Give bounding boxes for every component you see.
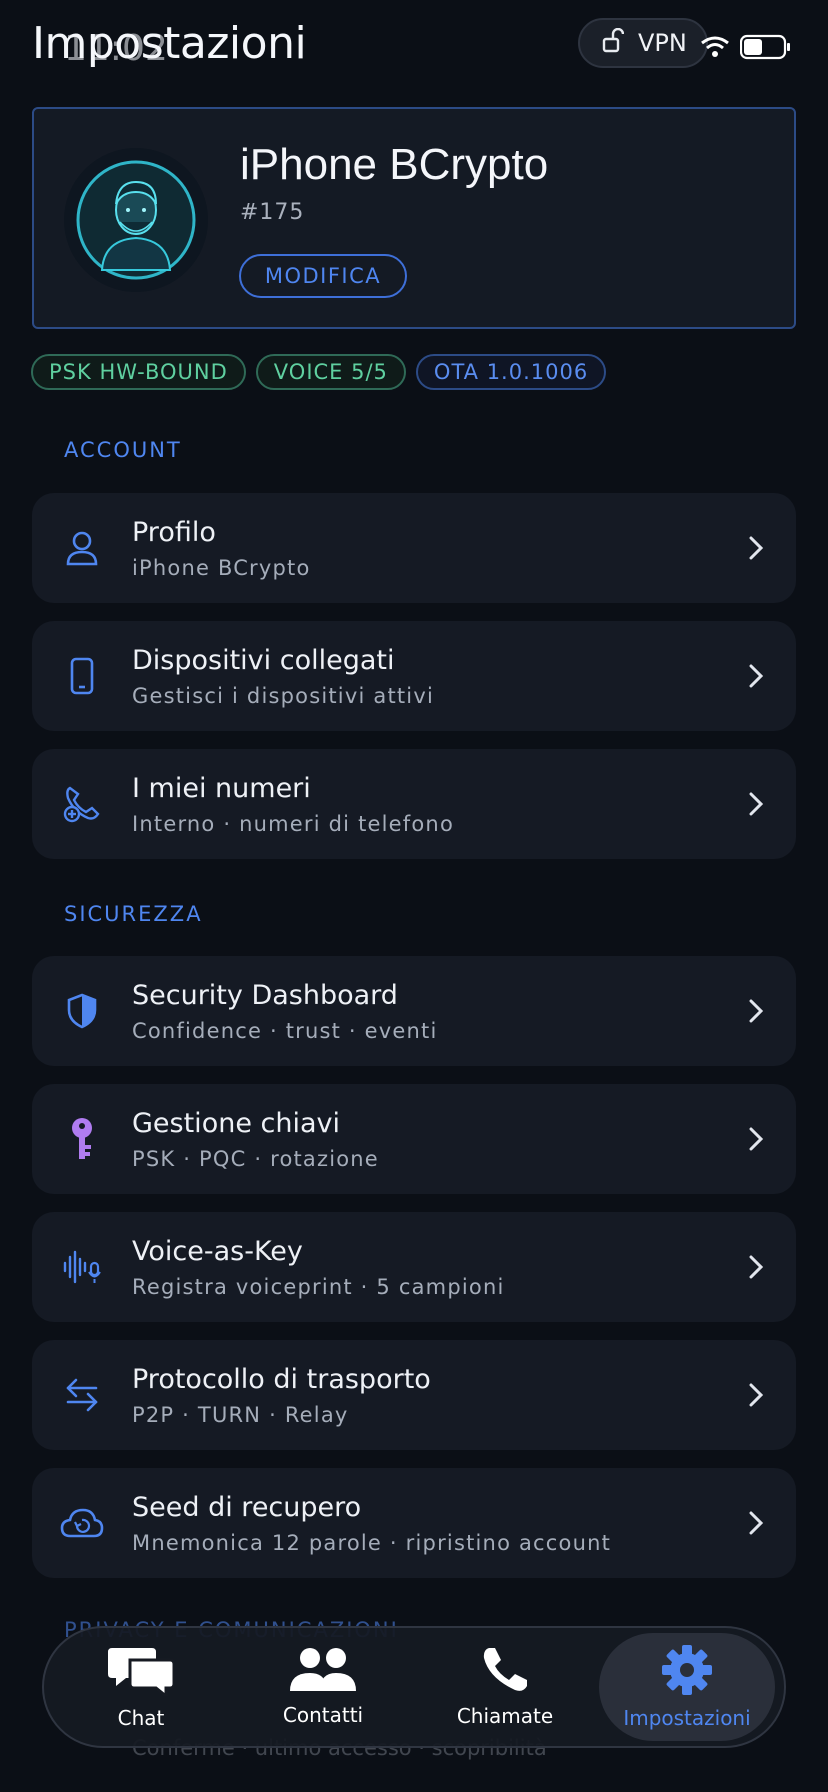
profile-number: #175 [240, 200, 305, 225]
nav-item-calls[interactable]: Chiamate [417, 1633, 593, 1741]
status-badges: PSK HW-BOUND VOICE 5/5 OTA 1.0.1006 [31, 354, 607, 390]
settings-row-devices[interactable]: Dispositivi collegati Gestisci i disposi… [32, 621, 796, 731]
voice-waveform-icon [32, 1249, 132, 1285]
status-badge: PSK HW-BOUND [31, 354, 246, 390]
chevron-right-icon [716, 998, 796, 1024]
vpn-label: VPN [638, 29, 687, 57]
avatar[interactable] [64, 148, 208, 292]
row-subtitle: Gestisci i dispositivi attivi [132, 683, 435, 708]
edit-profile-button[interactable]: MODIFICA [239, 254, 407, 298]
row-title: Dispositivi collegati [132, 644, 395, 676]
chevron-right-icon [716, 1126, 796, 1152]
row-title: Protocollo di trasporto [132, 1363, 431, 1395]
settings-row-transport[interactable]: Protocollo di trasporto P2P · TURN · Rel… [32, 1340, 796, 1450]
row-subtitle: P2P · TURN · Relay [132, 1402, 349, 1427]
nav-item-settings[interactable]: Impostazioni [599, 1633, 775, 1741]
row-subtitle: Confidence · trust · eventi [132, 1018, 438, 1043]
shield-icon [32, 993, 132, 1029]
chevron-right-icon [716, 1254, 796, 1280]
wifi-icon [700, 35, 730, 63]
row-title: Security Dashboard [132, 979, 398, 1011]
settings-row-keys[interactable]: Gestione chiavi PSK · PQC · rotazione [32, 1084, 796, 1194]
settings-row-security-dashboard[interactable]: Security Dashboard Confidence · trust · … [32, 956, 796, 1066]
chevron-right-icon [716, 535, 796, 561]
nav-label: Chat [117, 1706, 165, 1730]
nav-label: Chiamate [456, 1704, 554, 1728]
section-title-security: SICUREZZA [64, 902, 203, 926]
chat-bubbles-icon [108, 1644, 176, 1700]
phone-icon [481, 1646, 529, 1698]
unlock-icon [602, 27, 625, 58]
status-icons [700, 34, 792, 64]
settings-row-voice-key[interactable]: Voice-as-Key Registra voiceprint · 5 cam… [32, 1212, 796, 1322]
page-title: Impostazioni [32, 18, 307, 69]
nav-item-chat[interactable]: Chat [53, 1633, 229, 1741]
nav-label: Contatti [282, 1703, 364, 1727]
key-icon [32, 1117, 132, 1161]
transfer-arrows-icon [32, 1377, 132, 1413]
settings-row-numbers[interactable]: I miei numeri Interno · numeri di telefo… [32, 749, 796, 859]
phone-add-icon [32, 784, 132, 824]
row-subtitle: Interno · numeri di telefono [132, 811, 454, 836]
settings-row-recovery-seed[interactable]: Seed di recupero Mnemonica 12 parole · r… [32, 1468, 796, 1578]
nav-item-contacts[interactable]: Contatti [235, 1633, 411, 1741]
settings-row-profile[interactable]: Profilo iPhone BCrypto [32, 493, 796, 603]
bottom-nav: Chat Contatti Chiamate Impostazioni [42, 1626, 786, 1748]
chevron-right-icon [716, 663, 796, 689]
contacts-icon [290, 1647, 356, 1697]
chevron-right-icon [716, 1510, 796, 1536]
row-title: Voice-as-Key [132, 1235, 303, 1267]
row-title: Seed di recupero [132, 1491, 362, 1523]
nav-label: Impostazioni [623, 1706, 751, 1730]
vpn-toggle[interactable]: VPN [578, 18, 708, 68]
chevron-right-icon [716, 791, 796, 817]
profile-name: iPhone BCrypto [240, 140, 549, 189]
row-title: Profilo [132, 516, 216, 548]
row-subtitle: Mnemonica 12 parole · ripristino account [132, 1530, 612, 1555]
row-subtitle: Registra voiceprint · 5 campioni [132, 1274, 505, 1299]
status-badge: VOICE 5/5 [255, 354, 406, 390]
row-title: Gestione chiavi [132, 1107, 340, 1139]
chevron-right-icon [716, 1382, 796, 1408]
row-title: I miei numeri [132, 772, 311, 804]
row-subtitle: PSK · PQC · rotazione [132, 1146, 379, 1171]
status-badge: OTA 1.0.1006 [415, 354, 607, 390]
battery-icon [739, 34, 792, 64]
cloud-restore-icon [32, 1507, 132, 1539]
person-icon [32, 530, 132, 566]
phone-device-icon [32, 657, 132, 695]
row-subtitle: iPhone BCrypto [132, 555, 311, 580]
gear-icon [661, 1644, 713, 1700]
section-title-account: ACCOUNT [64, 438, 182, 462]
